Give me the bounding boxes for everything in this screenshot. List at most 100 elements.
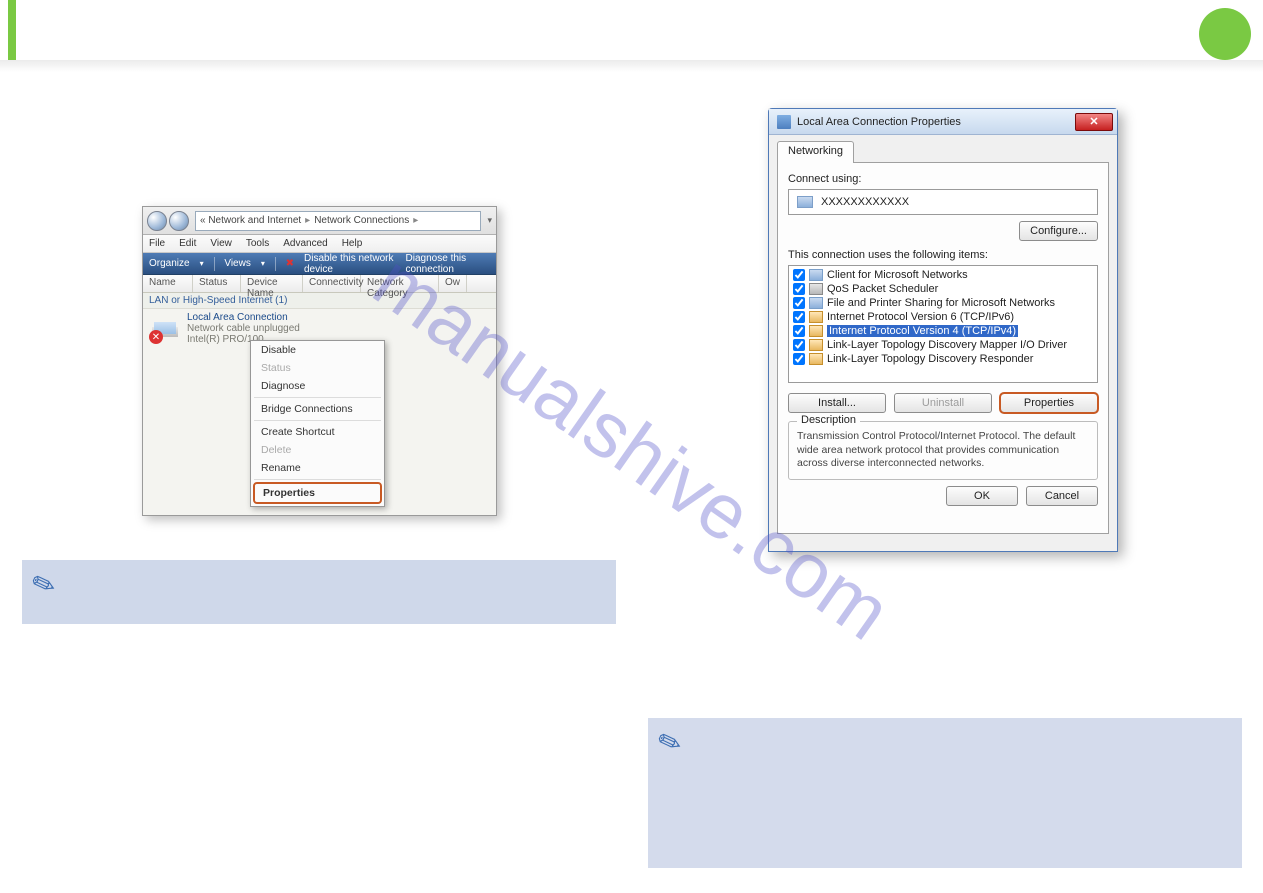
menu-item-shortcut[interactable]: Create Shortcut <box>251 423 384 441</box>
menu-tools[interactable]: Tools <box>246 238 269 249</box>
group-header[interactable]: LAN or High-Speed Internet (1) <box>143 293 496 309</box>
cancel-button[interactable]: Cancel <box>1026 486 1098 506</box>
item-checkbox[interactable] <box>793 283 805 295</box>
note-box-right: ✎ <box>648 718 1242 868</box>
tab-networking[interactable]: Networking <box>777 141 854 163</box>
menu-item-properties[interactable]: Properties <box>253 482 382 504</box>
disable-icon: ✖ <box>286 258 294 269</box>
col-device[interactable]: Device Name <box>241 275 303 292</box>
separator <box>254 420 381 421</box>
separator <box>254 397 381 398</box>
menu-item-diagnose[interactable]: Diagnose <box>251 377 384 395</box>
menu-item-delete: Delete <box>251 441 384 459</box>
configure-button[interactable]: Configure... <box>1019 221 1098 241</box>
protocol-icon <box>809 325 823 337</box>
separator <box>254 479 381 480</box>
list-item[interactable]: Internet Protocol Version 6 (TCP/IPv6) <box>791 310 1095 324</box>
connect-using-label: Connect using: <box>788 173 1098 185</box>
header-shadow <box>0 60 1263 72</box>
list-item-selected[interactable]: Internet Protocol Version 4 (TCP/IPv4) <box>791 324 1095 338</box>
column-headers: Name Status Device Name Connectivity Net… <box>143 275 496 293</box>
menu-advanced[interactable]: Advanced <box>283 238 327 249</box>
item-checkbox[interactable] <box>793 325 805 337</box>
col-status[interactable]: Status <box>193 275 241 292</box>
item-checkbox[interactable] <box>793 269 805 281</box>
items-label: This connection uses the following items… <box>788 249 1098 261</box>
dropdown-icon[interactable]: ▾ <box>487 215 492 226</box>
separator <box>275 257 276 271</box>
description-group: Description Transmission Control Protoco… <box>788 421 1098 480</box>
col-name[interactable]: Name <box>143 275 193 292</box>
tab-panel: Connect using: XXXXXXXXXXXX Configure...… <box>777 162 1109 534</box>
context-menu: Disable Status Diagnose Bridge Connectio… <box>250 340 385 507</box>
unplugged-icon: ✕ <box>149 330 163 344</box>
protocol-icon <box>809 353 823 365</box>
item-checkbox[interactable] <box>793 311 805 323</box>
item-label: Client for Microsoft Networks <box>827 269 968 281</box>
item-label: Link-Layer Topology Discovery Mapper I/O… <box>827 339 1067 351</box>
list-item[interactable]: Link-Layer Topology Discovery Mapper I/O… <box>791 338 1095 352</box>
col-owner[interactable]: Ow <box>439 275 467 292</box>
menu-bar: File Edit View Tools Advanced Help <box>143 235 496 253</box>
item-label: Link-Layer Topology Discovery Responder <box>827 353 1033 365</box>
items-list[interactable]: Client for Microsoft Networks QoS Packet… <box>788 265 1098 383</box>
uninstall-button: Uninstall <box>894 393 992 413</box>
chevron-right-icon: ▸ <box>305 215 310 226</box>
client-icon <box>809 269 823 281</box>
header-accent-circle <box>1199 8 1251 60</box>
item-label: Internet Protocol Version 6 (TCP/IPv6) <box>827 311 1014 323</box>
adapter-field: XXXXXXXXXXXX <box>788 189 1098 215</box>
col-connectivity[interactable]: Connectivity <box>303 275 361 292</box>
views-button[interactable]: Views <box>224 258 251 269</box>
item-checkbox[interactable] <box>793 339 805 351</box>
item-label: QoS Packet Scheduler <box>827 283 938 295</box>
chevron-right-icon: ▸ <box>413 215 418 226</box>
install-button[interactable]: Install... <box>788 393 886 413</box>
col-category[interactable]: Network Category <box>361 275 439 292</box>
menu-item-rename[interactable]: Rename <box>251 459 384 477</box>
protocol-icon <box>809 311 823 323</box>
ok-button[interactable]: OK <box>946 486 1018 506</box>
list-item[interactable]: File and Printer Sharing for Microsoft N… <box>791 296 1095 310</box>
menu-item-disable[interactable]: Disable <box>251 341 384 359</box>
disable-device-button[interactable]: Disable this network device <box>304 253 396 275</box>
list-item[interactable]: Client for Microsoft Networks <box>791 268 1095 282</box>
organize-button[interactable]: Organize <box>149 258 190 269</box>
connection-name: Local Area Connection <box>187 312 300 323</box>
list-item[interactable]: Link-Layer Topology Discovery Responder <box>791 352 1095 366</box>
list-item[interactable]: QoS Packet Scheduler <box>791 282 1095 296</box>
menu-view[interactable]: View <box>210 238 232 249</box>
back-button[interactable] <box>147 211 167 231</box>
item-label: Internet Protocol Version 4 (TCP/IPv4) <box>827 325 1018 337</box>
nic-icon: ✕ <box>149 312 181 344</box>
item-label: File and Printer Sharing for Microsoft N… <box>827 297 1055 309</box>
dialog-title: Local Area Connection Properties <box>797 116 1069 128</box>
sharing-icon <box>809 297 823 309</box>
lan-properties-dialog: Local Area Connection Properties ✕ Netwo… <box>768 108 1118 552</box>
menu-edit[interactable]: Edit <box>179 238 196 249</box>
menu-item-status: Status <box>251 359 384 377</box>
properties-button[interactable]: Properties <box>1000 393 1098 413</box>
note-icon: ✎ <box>653 723 686 762</box>
item-checkbox[interactable] <box>793 353 805 365</box>
separator <box>214 257 215 271</box>
menu-file[interactable]: File <box>149 238 165 249</box>
item-checkbox[interactable] <box>793 297 805 309</box>
description-text: Transmission Control Protocol/Internet P… <box>797 430 1089 471</box>
menu-help[interactable]: Help <box>342 238 363 249</box>
scheduler-icon <box>809 283 823 295</box>
breadcrumb-seg[interactable]: « Network and Internet <box>200 215 301 226</box>
close-button[interactable]: ✕ <box>1075 113 1113 131</box>
note-icon: ✎ <box>27 565 60 604</box>
tab-strip: Networking <box>777 141 1109 163</box>
diagnose-button[interactable]: Diagnose this connection <box>406 253 490 275</box>
address-bar: « Network and Internet ▸ Network Connect… <box>143 207 496 235</box>
breadcrumb[interactable]: « Network and Internet ▸ Network Connect… <box>195 211 481 231</box>
breadcrumb-seg[interactable]: Network Connections <box>314 215 409 226</box>
nav-buttons[interactable] <box>147 211 189 231</box>
protocol-icon <box>809 339 823 351</box>
header-accent-bar <box>8 0 16 60</box>
connection-status: Network cable unplugged <box>187 323 300 334</box>
menu-item-bridge[interactable]: Bridge Connections <box>251 400 384 418</box>
forward-button[interactable] <box>169 211 189 231</box>
